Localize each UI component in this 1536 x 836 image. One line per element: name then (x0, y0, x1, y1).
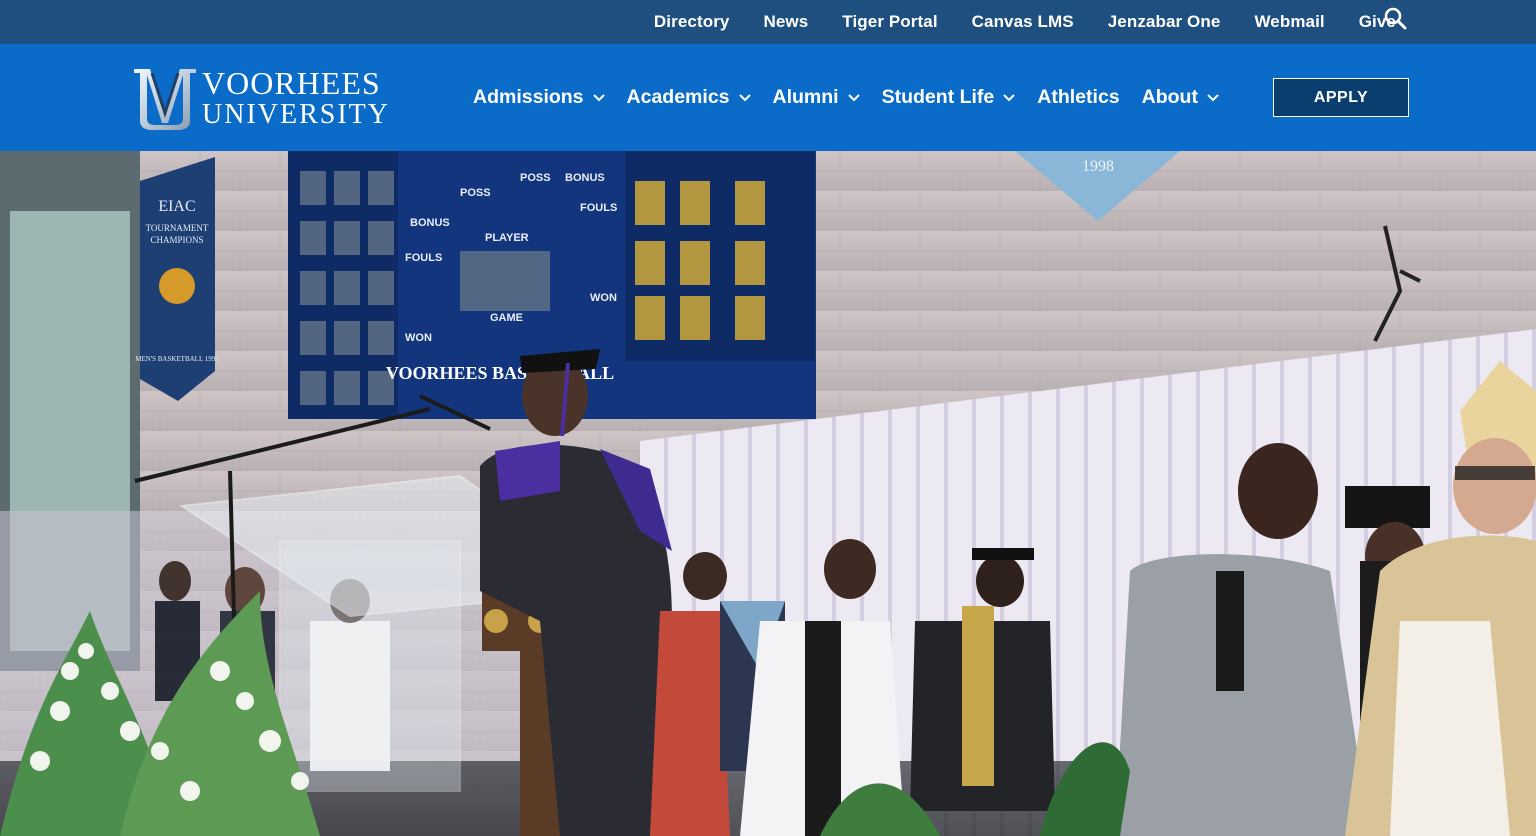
university-wordmark: VOORHEES UNIVERSITY (202, 67, 390, 129)
utility-link-jenzabar-one[interactable]: Jenzabar One (1108, 12, 1221, 32)
nav-item-label: Academics (626, 86, 730, 108)
university-logo[interactable]: VOORHEES UNIVERSITY (130, 62, 390, 134)
utility-link-news[interactable]: News (763, 12, 808, 32)
chevron-down-icon (738, 93, 751, 101)
scoreboard-label: FOULS (405, 252, 442, 264)
wordmark-line-2: UNIVERSITY (202, 99, 390, 130)
search-icon[interactable] (1383, 6, 1409, 32)
nav-item-label: About (1141, 86, 1198, 108)
nav-item-label: Student Life (881, 86, 995, 108)
chevron-down-icon (1207, 93, 1219, 101)
nav-item-admissions[interactable]: Admissions (473, 86, 605, 109)
utility-link-directory[interactable]: Directory (654, 12, 730, 32)
nav-item-athletics[interactable]: Athletics (1037, 86, 1119, 109)
scoreboard-label: PLAYER (485, 232, 529, 244)
scoreboard-label: BONUS (410, 217, 450, 229)
main-nav: VOORHEES UNIVERSITY Admissions Academics… (0, 44, 1536, 151)
nav-item-alumni[interactable]: Alumni (773, 86, 860, 109)
nav-item-label: Alumni (772, 86, 839, 108)
scoreboard-label: BONUS (565, 172, 605, 184)
pennant-text: 1998 (1082, 158, 1114, 175)
banner-line-2: TOURNAMENT (146, 223, 209, 233)
scoreboard-label: POSS (460, 187, 491, 199)
chevron-down-icon (1003, 93, 1015, 101)
nav-item-about[interactable]: About (1142, 86, 1219, 109)
scoreboard-label: WON (405, 332, 432, 344)
nav-item-academics[interactable]: Academics (627, 86, 751, 109)
utility-bar: Directory News Tiger Portal Canvas LMS J… (0, 0, 1536, 44)
primary-nav: Admissions Academics Alumni Student Life… (473, 44, 1241, 151)
hero-image: EIAC TOURNAMENT CHAMPIONS MEN'S BASKETBA… (0, 151, 1536, 836)
banner-bottom: MEN'S BASKETBALL 1997 (135, 355, 219, 363)
scoreboard-label: WON (590, 292, 617, 304)
utility-link-tiger-portal[interactable]: Tiger Portal (842, 12, 937, 32)
wordmark-line-1: VOORHEES (202, 65, 381, 101)
utility-links: Directory News Tiger Portal Canvas LMS J… (620, 0, 1396, 44)
apply-button[interactable]: APPLY (1273, 78, 1409, 117)
chevron-down-icon (847, 93, 860, 101)
chevron-down-icon (592, 93, 605, 101)
scoreboard-label: POSS (520, 172, 551, 184)
nav-item-label: Admissions (473, 86, 584, 108)
commencement-scene-image: EIAC TOURNAMENT CHAMPIONS MEN'S BASKETBA… (0, 151, 1536, 836)
championship-banner: EIAC TOURNAMENT CHAMPIONS MEN'S BASKETBA… (135, 157, 219, 401)
utility-link-webmail[interactable]: Webmail (1254, 12, 1324, 32)
scoreboard-label: GAME (490, 312, 523, 324)
utility-link-canvas-lms[interactable]: Canvas LMS (972, 12, 1074, 32)
nav-item-student-life[interactable]: Student Life (882, 86, 1016, 109)
scoreboard-label: FOULS (580, 202, 617, 214)
vu-monogram-icon (134, 69, 196, 130)
nav-item-label: Athletics (1037, 86, 1120, 108)
banner-line-1: EIAC (158, 198, 195, 215)
banner-line-3: CHAMPIONS (150, 235, 203, 245)
